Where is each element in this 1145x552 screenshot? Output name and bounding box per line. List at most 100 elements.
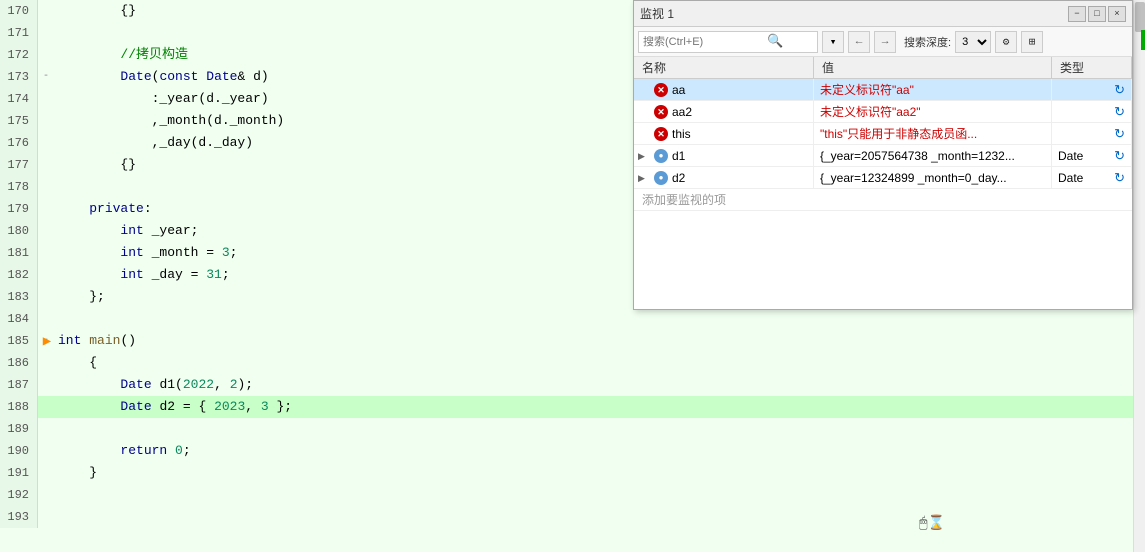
green-indicator: [1141, 30, 1145, 50]
watch-name-cell: ✕this: [634, 123, 814, 145]
search-input[interactable]: [643, 36, 763, 48]
nav-forward-button[interactable]: →: [874, 31, 896, 53]
fold-indicator: [38, 44, 54, 66]
watch-type-text: Date: [1058, 145, 1083, 167]
line-number: 171: [0, 22, 38, 44]
watch-table: 名称 值 类型 ✕aa未定义标识符"aa"↻✕aa2未定义标识符"aa2"↻✕t…: [634, 57, 1132, 309]
code-content: [54, 484, 58, 506]
watch-type-cell: ↻: [1052, 79, 1132, 101]
fold-indicator: [38, 374, 54, 396]
code-content: [54, 506, 58, 528]
code-content: }: [54, 462, 97, 484]
line-number: 193: [0, 506, 38, 528]
refresh-icon[interactable]: ↻: [1114, 101, 1125, 123]
fold-indicator: [38, 22, 54, 44]
fold-indicator: [38, 154, 54, 176]
refresh-icon[interactable]: ↻: [1114, 145, 1125, 167]
expand-arrow-icon[interactable]: ▶: [638, 167, 650, 189]
code-content: int _year;: [54, 220, 198, 242]
watch-row[interactable]: ✕aa未定义标识符"aa"↻: [634, 79, 1132, 101]
fold-indicator: [38, 264, 54, 286]
fold-indicator: [38, 220, 54, 242]
watch-row[interactable]: ▶ ● d1 {_year=2057564738 _month=1232... Date…: [634, 145, 1132, 167]
refresh-icon[interactable]: ↻: [1114, 79, 1125, 101]
code-content: :_year(d._year): [54, 88, 269, 110]
code-line: 189: [0, 418, 1133, 440]
watch-row[interactable]: ✕aa2未定义标识符"aa2"↻: [634, 101, 1132, 123]
scrollbar-thumb[interactable]: [1135, 2, 1145, 32]
code-content: {}: [54, 0, 136, 22]
watch-row[interactable]: ✕this"this"只能用于非静态成员函... ↻: [634, 123, 1132, 145]
search-box: 🔍: [638, 31, 818, 53]
code-content: [54, 418, 58, 440]
fold-indicator: [38, 440, 54, 462]
refresh-icon[interactable]: ↻: [1114, 167, 1125, 189]
fold-indicator: [38, 308, 54, 330]
watch-row[interactable]: ▶●d2{_year=12324899 _month=0_day...Date↻: [634, 167, 1132, 189]
watch-titlebar: 监视 1 − □ ×: [634, 1, 1132, 27]
code-content: ,_day(d._day): [54, 132, 253, 154]
add-watch-row[interactable]: 添加要监视的项: [634, 189, 1132, 211]
line-number: 185: [0, 330, 38, 352]
fold-indicator[interactable]: -: [38, 66, 54, 88]
code-line: 187 Date d1(2022, 2);: [0, 374, 1133, 396]
fold-indicator: [38, 484, 54, 506]
code-line: 184: [0, 308, 1133, 330]
watch-name-cell: ✕ aa2: [634, 101, 814, 123]
code-content: int main(): [54, 330, 136, 352]
watch-toolbar: 🔍 ▾ ← → 搜索深度: 3 1 2 4 5 ⚙ ⊞: [634, 27, 1132, 57]
col-header-name: 名称: [634, 57, 814, 79]
fold-indicator: [38, 176, 54, 198]
refresh-icon[interactable]: ↻: [1114, 123, 1125, 145]
fold-indicator: [38, 132, 54, 154]
line-number: 186: [0, 352, 38, 374]
code-line: 185-int main()▶: [0, 330, 1133, 352]
fold-indicator: [38, 396, 54, 418]
float-button[interactable]: −: [1068, 6, 1086, 22]
code-content: private:: [54, 198, 152, 220]
line-number: 184: [0, 308, 38, 330]
watch-type-cell: ↻: [1052, 123, 1132, 145]
expand-arrow-icon[interactable]: ▶: [638, 145, 650, 167]
fold-indicator: [38, 0, 54, 22]
code-content: return 0;: [54, 440, 191, 462]
error-icon: ✕: [654, 105, 668, 119]
restore-button[interactable]: □: [1088, 6, 1106, 22]
col-header-type: 类型: [1052, 57, 1132, 79]
code-content: Date d1(2022, 2);: [54, 374, 253, 396]
fold-indicator: [38, 418, 54, 440]
code-content: [54, 176, 58, 198]
code-content: [54, 22, 58, 44]
watch-value-cell: "this"只能用于非静态成员函...: [814, 123, 1052, 145]
depth-select[interactable]: 3 1 2 4 5: [955, 31, 991, 53]
search-icon-button[interactable]: ▾: [822, 31, 844, 53]
watch-name-text: d1: [672, 145, 685, 167]
line-number: 189: [0, 418, 38, 440]
watch-name-cell: ▶●d2: [634, 167, 814, 189]
toolbar-extra-button[interactable]: ⊞: [1021, 31, 1043, 53]
toolbar-settings-button[interactable]: ⚙: [995, 31, 1017, 53]
code-line: 192: [0, 484, 1133, 506]
nav-back-button[interactable]: ←: [848, 31, 870, 53]
watch-name-text: d2: [672, 167, 685, 189]
code-content: int _day = 31;: [54, 264, 230, 286]
watch-name-text: aa2: [672, 101, 692, 123]
fold-indicator: [38, 506, 54, 528]
code-line: 186 {: [0, 352, 1133, 374]
watch-type-cell: ↻: [1052, 101, 1132, 123]
object-icon: ●: [654, 149, 668, 163]
code-line: 193: [0, 506, 1133, 528]
line-number: 178: [0, 176, 38, 198]
line-number: 173: [0, 66, 38, 88]
fold-indicator: [38, 462, 54, 484]
code-line: 188 Date d2 = { 2023, 3 };: [0, 396, 1133, 418]
line-number: 179: [0, 198, 38, 220]
watch-value-cell: {_year=12324899 _month=0_day...: [814, 167, 1052, 189]
line-number: 180: [0, 220, 38, 242]
scrollbar-track[interactable]: [1133, 0, 1145, 552]
watch-table-body: ✕aa未定义标识符"aa"↻✕aa2未定义标识符"aa2"↻✕this"this…: [634, 79, 1132, 309]
fold-indicator: [38, 88, 54, 110]
close-button[interactable]: ×: [1108, 6, 1126, 22]
watch-value-cell: {_year=2057564738 _month=1232...: [814, 145, 1052, 167]
search-icon: 🔍: [767, 34, 783, 49]
